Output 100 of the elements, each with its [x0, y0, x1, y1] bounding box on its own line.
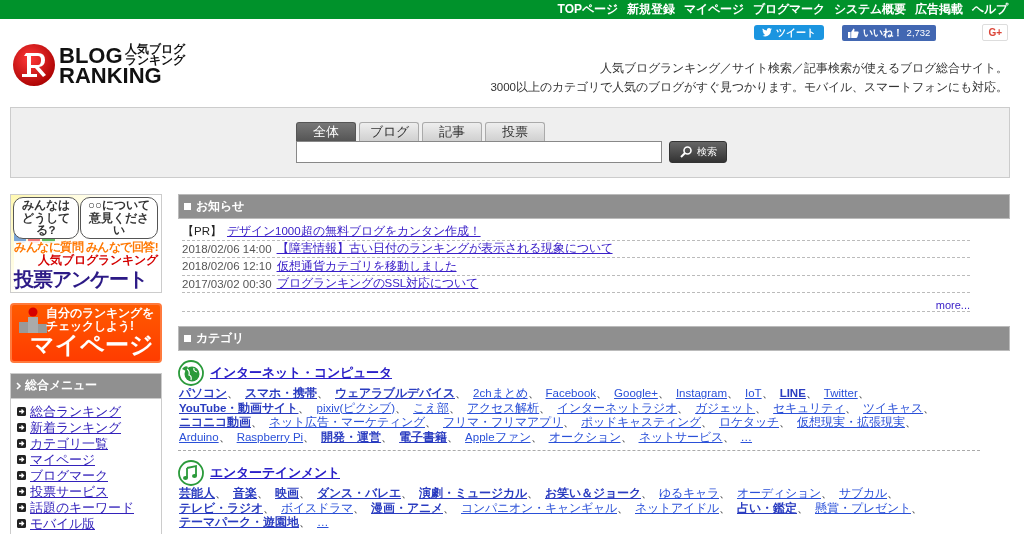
category-link[interactable]: パソコン: [179, 387, 227, 399]
category-link[interactable]: 仮想現実・拡張現実: [797, 416, 905, 428]
separator: 、: [401, 487, 413, 499]
nav-link[interactable]: TOPページ: [557, 2, 618, 17]
category-link[interactable]: ネット広告・マーケティング: [269, 416, 425, 428]
category-link[interactable]: IoT: [745, 387, 762, 399]
category-link[interactable]: 懸賞・プレゼント: [815, 501, 911, 514]
menu-link[interactable]: 投票サービス: [30, 484, 108, 499]
separator: 、: [887, 487, 899, 499]
category-link[interactable]: 開発・運営: [321, 430, 382, 443]
nav-link[interactable]: システム概要: [834, 2, 906, 17]
search-tab[interactable]: 全体: [296, 122, 356, 141]
category-link[interactable]: pixiv(ピクシブ): [316, 401, 396, 414]
category-link[interactable]: …: [317, 516, 329, 528]
news-link[interactable]: 仮想通貨カテゴリを移動しました: [276, 258, 457, 274]
category-link[interactable]: テレビ・ラジオ: [179, 501, 263, 514]
search-field[interactable]: [296, 141, 662, 163]
category-link[interactable]: Instagram: [675, 387, 727, 399]
search-button[interactable]: 検索: [669, 141, 727, 163]
music-note-icon: [178, 459, 204, 486]
category-link[interactable]: ネットアイドル: [635, 501, 719, 514]
podium-icon: [18, 306, 48, 333]
separator: 、: [353, 501, 365, 514]
category-link[interactable]: 演劇・ミュージカル: [419, 487, 527, 499]
category-link[interactable]: ツイキャス: [863, 401, 924, 414]
category-link[interactable]: 電子書籍: [399, 430, 448, 443]
more-link[interactable]: more...: [935, 299, 970, 311]
category-link[interactable]: オーディション: [737, 487, 821, 499]
category-link[interactable]: ロケタッチ: [719, 416, 779, 428]
separator: 、: [905, 416, 917, 428]
category-link[interactable]: ボイスドラマ: [281, 501, 353, 514]
search-tab[interactable]: 記事: [422, 122, 482, 141]
search-tab[interactable]: 投票: [485, 122, 545, 141]
category-link[interactable]: ポッドキャスティング: [581, 416, 701, 428]
chevron-icon: [16, 381, 22, 390]
nav-link[interactable]: マイページ: [684, 2, 744, 17]
separator: 、: [563, 416, 575, 428]
category-link[interactable]: Facebook: [545, 387, 597, 399]
menu-link[interactable]: 話題のキーワード: [30, 500, 134, 515]
category-link[interactable]: 芸能人: [179, 487, 215, 499]
category-link[interactable]: ニコニコ動画: [179, 416, 251, 428]
news-link[interactable]: ブログランキングのSSL対応について: [276, 276, 479, 292]
category-link[interactable]: ネットサービス: [638, 430, 723, 443]
category-link[interactable]: 映画: [275, 487, 299, 499]
menu-link[interactable]: モバイル版: [30, 516, 95, 531]
category-link[interactable]: コンパニオン・キャンギャル: [461, 501, 617, 514]
separator: 、: [722, 430, 735, 443]
category-link[interactable]: …: [740, 430, 753, 443]
separator: 、: [845, 401, 858, 414]
category-link[interactable]: 音楽: [233, 487, 257, 499]
category-link[interactable]: オークション: [548, 430, 621, 443]
category-link[interactable]: LINE: [779, 387, 806, 399]
category-link[interactable]: アクセス解析: [467, 401, 540, 414]
category-link[interactable]: 2chまとめ: [473, 387, 528, 399]
like-button[interactable]: いいね！ 2,732: [841, 24, 937, 41]
separator: 、: [596, 387, 609, 399]
separator: 、: [263, 501, 275, 514]
category-link[interactable]: Twitter: [823, 387, 858, 399]
category-link[interactable]: Google+: [614, 387, 658, 399]
menu-link[interactable]: ブログマーク: [30, 468, 108, 483]
arrow-icon: [17, 407, 26, 416]
nav-link[interactable]: 広告掲載: [915, 2, 963, 17]
category-link[interactable]: ガジェット: [695, 401, 756, 414]
menu-link[interactable]: 新着ランキング: [30, 420, 121, 435]
separator: 、: [381, 430, 394, 443]
news-link[interactable]: デザイン1000超の無料ブログをカンタン作成！: [227, 223, 481, 239]
menu-link[interactable]: カテゴリ一覧: [30, 436, 108, 451]
separator: 、: [761, 387, 774, 399]
category-link[interactable]: サブカル: [839, 487, 887, 499]
menu-link[interactable]: マイページ: [30, 452, 95, 467]
category-link[interactable]: スマホ・携帯: [245, 387, 317, 399]
nav-link[interactable]: 新規登録: [627, 2, 675, 17]
nav-link[interactable]: ヘルプ: [972, 2, 1008, 17]
menu-link[interactable]: 総合ランキング: [30, 404, 121, 419]
logo-text: RANKING: [59, 66, 162, 85]
arrow-icon: [17, 519, 26, 528]
category-link[interactable]: ゆるキャラ: [659, 487, 719, 499]
search-tab[interactable]: ブログ: [359, 122, 419, 141]
separator: 、: [719, 487, 731, 499]
category-link[interactable]: セキュリティ: [773, 401, 846, 414]
category-link[interactable]: 漫画・アニメ: [371, 501, 443, 514]
category-link[interactable]: YouTube・動画サイト: [179, 401, 299, 414]
category-link[interactable]: お笑い＆ジョーク: [545, 487, 641, 499]
category-link[interactable]: テーマパーク・遊園地: [179, 516, 299, 528]
news-link[interactable]: 【障害情報】古い日付のランキングが表示される現象について: [276, 241, 613, 257]
category-title[interactable]: インターネット・コンピュータ: [210, 363, 392, 382]
category-link[interactable]: フリマ・フリマアプリ: [443, 416, 563, 428]
category-link[interactable]: ウェアラブルデバイス: [335, 387, 455, 399]
category-link[interactable]: 占い・鑑定: [737, 501, 797, 514]
category-title[interactable]: エンターテインメント: [210, 463, 340, 482]
category-link[interactable]: ダンス・バレエ: [317, 487, 401, 499]
category-link[interactable]: インターネットラジオ: [557, 401, 678, 414]
category-link[interactable]: Raspberry Pi: [236, 430, 304, 443]
category-link[interactable]: Arduino: [179, 430, 219, 443]
category-link[interactable]: こえ部: [413, 401, 450, 414]
arrow-icon: [17, 423, 26, 432]
nav-link[interactable]: ブログマーク: [753, 2, 825, 17]
category-link[interactable]: Appleファン: [465, 430, 531, 443]
separator: 、: [299, 516, 311, 528]
google-plus-button[interactable]: G+: [982, 24, 1008, 41]
